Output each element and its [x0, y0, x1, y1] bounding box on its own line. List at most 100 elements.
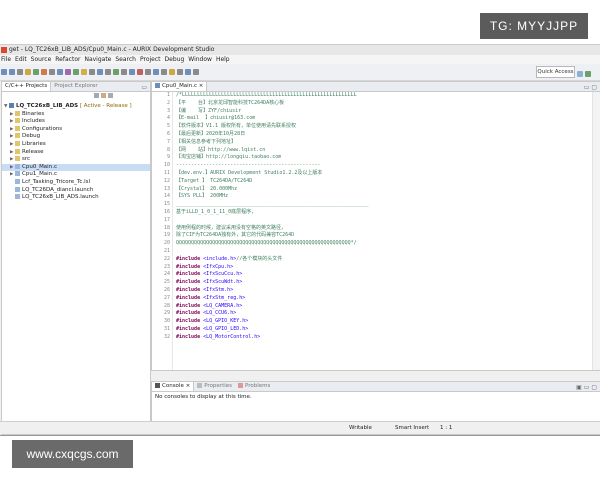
status-insert-mode: Smart Insert — [395, 425, 430, 431]
comment-text: 【E-mail 】chiusir@163.com — [176, 115, 256, 122]
tree-item[interactable]: LQ_TC26xB_LIB_ADS.launch — [2, 194, 150, 202]
tree-item[interactable]: Lcf_Tasking_Tricore_Tc.lsl — [2, 178, 150, 187]
redo-icon[interactable] — [193, 69, 199, 75]
forward-icon[interactable] — [97, 69, 103, 75]
line-number: 2 — [166, 99, 170, 106]
line-number: 25 — [163, 279, 170, 286]
menu-navigate[interactable]: Navigate — [84, 56, 111, 63]
run-icon[interactable] — [33, 69, 39, 75]
editor-minmax-icon[interactable]: ▭ ▢ — [584, 83, 597, 92]
line-number: 10 — [163, 162, 170, 169]
perspective-buttons[interactable] — [576, 66, 596, 77]
tree-item[interactable]: ▶ Includes — [2, 118, 150, 126]
console-toolbar-icons[interactable]: ▣ ▭ ▢ — [576, 383, 597, 392]
paste-icon[interactable] — [177, 69, 183, 75]
bookmark-icon[interactable] — [81, 69, 87, 75]
menu-search[interactable]: Search — [115, 56, 136, 63]
comment-text: 使用例程的时候，建议采用没有空格的英文路径， — [176, 224, 287, 231]
link-icon[interactable] — [153, 69, 159, 75]
print-icon[interactable] — [17, 69, 23, 75]
tab-cpu0-main[interactable]: Cpu0_Main.c × — [152, 82, 208, 91]
tab-console[interactable]: Console × — [152, 382, 195, 391]
tree-item[interactable]: ▶ Libraries — [2, 140, 150, 149]
refresh-icon[interactable] — [145, 69, 151, 75]
line-number: 29 — [163, 310, 170, 317]
tree-item[interactable]: ▶ Binaries — [2, 110, 150, 119]
copy-icon[interactable] — [169, 69, 175, 75]
code-line: 【Target 】 TC264DA/TC264D — [173, 178, 591, 186]
tree-item[interactable]: ▶ Cpu0_Main.c — [2, 163, 150, 172]
line-number: 30 — [163, 318, 170, 325]
preprocessor-keyword: #include — [176, 318, 201, 325]
code-line: 【SYS PLL】 200MHz — [173, 193, 591, 201]
last-edit-icon[interactable] — [121, 69, 127, 75]
undo-icon[interactable] — [185, 69, 191, 75]
profile-icon[interactable] — [65, 69, 71, 75]
menu-window[interactable]: Window — [188, 56, 212, 63]
link-editor-icon[interactable] — [101, 93, 106, 98]
pin-icon[interactable] — [129, 69, 135, 75]
code-line: ----------------------------------------… — [173, 162, 591, 170]
comment-text: 【平 台】北京龙邱智能科技TC264DA核心板 — [176, 99, 285, 106]
next-annotation-icon[interactable] — [105, 69, 111, 75]
include-path: <include.h> — [200, 255, 237, 262]
c-perspective-icon[interactable] — [585, 71, 591, 77]
view-menu-icon[interactable] — [108, 93, 113, 98]
cut-icon[interactable] — [161, 69, 167, 75]
save-icon[interactable] — [9, 69, 15, 75]
quick-access-field[interactable]: Quick Access — [536, 66, 575, 78]
tree-item[interactable]: ▶ Release — [2, 148, 150, 157]
comment-text: ________________________________________… — [176, 201, 369, 208]
tree-item[interactable]: LQ_TC26DA_dianci.launch — [2, 186, 150, 195]
prev-annotation-icon[interactable] — [113, 69, 119, 75]
menu-refactor[interactable]: Refactor — [55, 56, 80, 63]
comment-text: 【dev.env.】AURIX Development Studio1.2.2及… — [176, 169, 323, 176]
perspective-icon[interactable] — [577, 71, 583, 77]
external-tools-icon[interactable] — [73, 69, 79, 75]
tree-item[interactable]: ▶ src — [2, 156, 150, 164]
minimize-icon[interactable]: ▭ — [141, 83, 147, 92]
ide-window: get - LQ_TC26xB_LIB_ADS/Cpu0_Main.c - AU… — [0, 44, 600, 436]
tree-item[interactable]: ▶ Configurations — [2, 125, 150, 134]
back-icon[interactable] — [89, 69, 95, 75]
tab-cpp-projects[interactable]: C/C++ Projects — [2, 82, 52, 91]
tree-item[interactable]: ▼ LQ_TC26xB_LIB_ADS [ Active - Release ] — [2, 103, 150, 111]
include-path: <LQ_GPIO_LED.h> — [200, 325, 249, 332]
preprocessor-keyword: #include — [176, 325, 201, 332]
file-icon — [15, 163, 20, 169]
stop-icon[interactable] — [137, 69, 143, 75]
editor-scrollbar[interactable] — [592, 92, 600, 370]
debug-icon[interactable] — [41, 69, 47, 75]
tab-properties[interactable]: Properties — [194, 382, 235, 391]
build-icon[interactable] — [25, 69, 31, 75]
code-area[interactable]: 1 2 3 4 5 6 7 8 9 10 11 12 13 14 15 16 17 18 19 20 21 22 23 24 2… — [152, 92, 600, 370]
code-line: 【淘宝店铺】http://longqiu.taobao.com — [173, 154, 591, 162]
menu-help[interactable]: Help — [216, 56, 230, 63]
open-type-icon[interactable] — [57, 69, 63, 75]
menu-debug[interactable]: Debug — [165, 56, 185, 63]
menu-edit[interactable]: Edit — [15, 56, 27, 63]
console-tab-bar: Console × Properties Problems ▣ ▭ ▢ — [152, 382, 600, 392]
collapse-all-icon[interactable] — [94, 93, 99, 98]
comment-text: 【相关信息参考下列地址】 — [176, 138, 237, 145]
line-number: 14 — [163, 193, 170, 200]
comment-text: 基于iLLD_1_0_1_11_0底层程序, — [176, 208, 255, 215]
comment-text: 【最后更新】2020年10月28日 — [176, 130, 246, 137]
project-tree: ▼ LQ_TC26xB_LIB_ADS [ Active - Release ] ▶… — [2, 101, 150, 202]
code-lines: /*LLLLLLLLLLLLLLLLLLLLLLLLLLLLLLLLLLLLLL… — [173, 92, 591, 370]
status-bar: Writable Smart Insert 1 : 1 — [0, 421, 600, 434]
code-line: QQQQQQQQQQQQQQQQQQQQQQQQQQQQQQQQQQQQQQQQ… — [173, 240, 591, 248]
tree-item-label: LQ_TC26DA_dianci.launch — [22, 186, 94, 193]
menu-project[interactable]: Project — [140, 56, 161, 63]
tab-project-explorer[interactable]: Project Explorer — [51, 82, 100, 91]
search-icon[interactable] — [49, 69, 55, 75]
tree-item-label: LQ_TC26xB_LIB_ADS.launch — [22, 194, 99, 201]
tree-item[interactable]: ▶ Cpu1_Main.c — [2, 171, 150, 179]
menu-file[interactable]: File — [1, 56, 11, 63]
tab-problems[interactable]: Problems — [235, 382, 273, 391]
menu-source[interactable]: Source — [31, 56, 52, 63]
new-icon[interactable] — [1, 69, 7, 75]
comment-text: 【SYS PLL】 200MHz — [176, 193, 229, 200]
tree-item[interactable]: ▶ Debug — [2, 133, 150, 141]
